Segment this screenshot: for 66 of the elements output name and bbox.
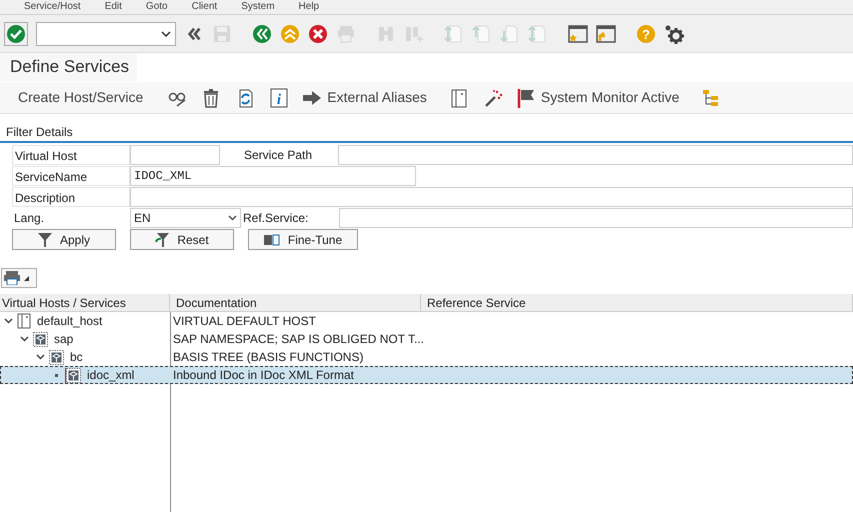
- server-icon: [17, 313, 31, 329]
- column-header[interactable]: Virtual Hosts / Services: [0, 294, 170, 311]
- field-label: Ref.Service:: [242, 210, 310, 227]
- arrow-right-icon: [303, 90, 322, 104]
- tree-row[interactable]: default_host VIRTUAL DEFAULT HOST: [0, 312, 853, 330]
- screen-title: Define Services: [0, 53, 138, 81]
- filter-reset-icon: [155, 232, 170, 246]
- filter-button[interactable]: Reset: [130, 229, 234, 250]
- input-field[interactable]: [130, 145, 220, 165]
- filter-button[interactable]: Apply: [12, 229, 116, 250]
- input-field[interactable]: [339, 208, 853, 228]
- info-icon[interactable]: i: [269, 88, 290, 108]
- tree-row[interactable]: bc BASIS TREE (BASIS FUNCTIONS): [0, 348, 853, 366]
- input-field[interactable]: [338, 145, 853, 165]
- menu-item[interactable]: Service/Host: [24, 0, 81, 14]
- chevron-down-icon[interactable]: [36, 354, 44, 360]
- toolbar-button[interactable]: External Aliases: [303, 87, 427, 108]
- field-label: Lang.: [13, 210, 46, 227]
- tree-row[interactable]: idoc_xml Inbound IDoc in IDoc XML Format: [0, 366, 853, 384]
- chevron-down-icon[interactable]: [4, 318, 12, 324]
- menu-item[interactable]: Client: [192, 0, 218, 14]
- documentation-text: VIRTUAL DEFAULT HOST: [172, 313, 316, 330]
- filter-icon: [38, 232, 52, 246]
- print-menu-button[interactable]: [1, 268, 37, 288]
- documentation-text: Inbound IDoc in IDoc XML Format: [172, 367, 354, 384]
- field-label: Service Path: [243, 147, 314, 164]
- field-label: ServiceName: [12, 166, 130, 186]
- column-header[interactable]: Reference Service: [421, 294, 853, 311]
- field-label: Virtual Host: [12, 145, 130, 165]
- section-title: Filter Details: [5, 124, 74, 141]
- command-field[interactable]: [36, 22, 176, 46]
- node-name: idoc_xml: [87, 367, 134, 384]
- chevron-down-icon[interactable]: [20, 336, 28, 342]
- box-icon: [66, 368, 81, 382]
- node-name: bc: [70, 349, 83, 366]
- column-header[interactable]: Documentation: [170, 294, 421, 311]
- menu-item[interactable]: System: [241, 0, 275, 14]
- dropdown-icon: [228, 215, 237, 221]
- input-field[interactable]: IDOC_XML: [130, 166, 416, 186]
- dropdown-icon: [24, 276, 29, 280]
- settings-icon[interactable]: [664, 24, 684, 44]
- filter-button[interactable]: Fine-Tune: [248, 229, 358, 250]
- tree-row[interactable]: sap SAP NAMESPACE; SAP IS OBLIGED NOT T...: [0, 330, 853, 348]
- enter-icon[interactable]: [6, 24, 26, 44]
- box-icon: [33, 332, 48, 346]
- dropdown-field[interactable]: EN: [130, 208, 241, 228]
- field-label: Description: [12, 187, 130, 207]
- menu-item[interactable]: Help: [298, 0, 320, 14]
- flag-icon: [516, 88, 535, 108]
- node-name: sap: [54, 331, 74, 348]
- documentation-text: BASIS TREE (BASIS FUNCTIONS): [172, 349, 364, 366]
- documentation-text: SAP NAMESPACE; SAP IS OBLIGED NOT T...: [172, 331, 424, 348]
- printer-icon: [4, 271, 20, 285]
- back-icon[interactable]: [252, 24, 272, 44]
- menu-item[interactable]: Edit: [104, 0, 122, 14]
- node-name: default_host: [37, 313, 102, 330]
- toolbar-button[interactable]: Create Host/Service: [18, 87, 144, 108]
- document-icon[interactable]: [448, 88, 469, 108]
- menu-item[interactable]: Goto: [146, 0, 168, 14]
- dropdown-icon: [161, 30, 171, 36]
- magic-wand-icon[interactable]: [482, 88, 503, 108]
- input-field[interactable]: [130, 187, 853, 207]
- toolbar-button[interactable]: System Monitor Active: [516, 87, 680, 108]
- box-icon: [49, 350, 64, 364]
- cancel-icon[interactable]: [308, 24, 328, 44]
- bullet-icon: [54, 374, 58, 376]
